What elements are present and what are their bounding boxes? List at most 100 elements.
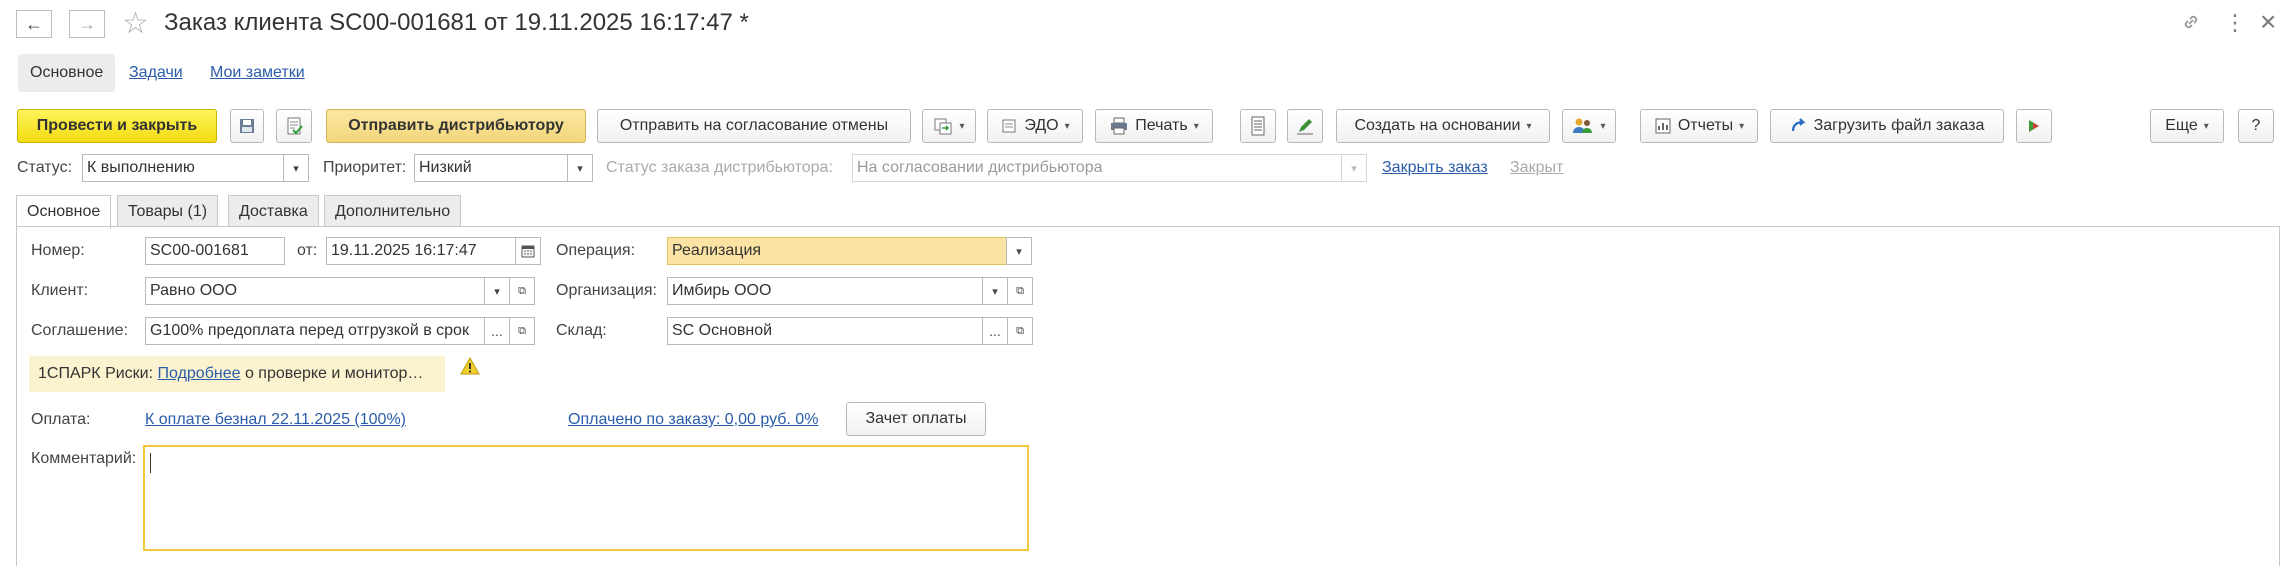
- text-cursor: [150, 453, 151, 473]
- agreement-field[interactable]: G100% предоплата перед отгрузкой в срок: [145, 317, 485, 345]
- warning-icon: [460, 356, 480, 380]
- favorite-star-icon[interactable]: ☆: [122, 6, 149, 41]
- organization-dropdown-button[interactable]: ▾: [982, 277, 1008, 305]
- agreement-choose-button[interactable]: ...: [484, 317, 510, 345]
- priority-dropdown-button[interactable]: ▾: [567, 154, 593, 182]
- pencil-edit-icon: [1297, 119, 1313, 135]
- distributor-status-label: Статус заказа дистрибьютора:: [606, 159, 833, 176]
- printer-icon: [1111, 117, 1128, 135]
- run-button[interactable]: [2016, 109, 2052, 143]
- more-label: Еще: [2165, 117, 2198, 134]
- back-arrow-icon: ←: [25, 13, 43, 34]
- chevron-down-icon: ▾: [1064, 120, 1070, 132]
- page-tab-goods[interactable]: Товары (1): [117, 195, 219, 227]
- operation-dropdown-button[interactable]: ▾: [1006, 237, 1032, 265]
- calendar-icon: [521, 245, 535, 258]
- payment-label: Оплата:: [31, 411, 91, 428]
- print-button[interactable]: Печать ▾: [1095, 109, 1213, 143]
- chevron-down-icon: ▾: [293, 162, 299, 175]
- window-title: Заказ клиента SC00-001681 от 19.11.2025 …: [164, 9, 749, 36]
- chevron-down-icon: ▾: [1526, 120, 1532, 132]
- status-label: Статус:: [17, 159, 73, 176]
- organization-label: Организация:: [556, 282, 657, 299]
- page-tab-delivery[interactable]: Доставка: [228, 195, 319, 227]
- tab-my-notes[interactable]: Мои заметки: [210, 54, 305, 92]
- send-cancel-approval-button[interactable]: Отправить на согласование отмены: [597, 109, 911, 143]
- post-and-close-button[interactable]: Провести и закрыть: [17, 109, 217, 143]
- chevron-down-icon: ▾: [1016, 245, 1022, 258]
- load-order-file-label: Загрузить файл заказа: [1813, 117, 1985, 134]
- more-button[interactable]: Еще ▾: [2150, 109, 2224, 143]
- warehouse-field[interactable]: SC Основной: [667, 317, 983, 345]
- users-icon: [1573, 118, 1593, 133]
- organization-open-button[interactable]: ⧉: [1007, 277, 1033, 305]
- forward-arrow-icon: →: [78, 13, 96, 34]
- chevron-down-icon: ▾: [959, 120, 965, 132]
- open-window-icon: ⧉: [1016, 324, 1024, 337]
- create-based-on-button[interactable]: Создать на основании ▾: [1336, 109, 1550, 143]
- warehouse-choose-button[interactable]: ...: [982, 317, 1008, 345]
- edo-button[interactable]: ЭДО ▾: [987, 109, 1083, 143]
- spark-risks-suffix: о проверке и монитор…: [244, 365, 424, 382]
- client-open-button[interactable]: ⧉: [509, 277, 535, 305]
- chevron-down-icon: ▾: [1193, 120, 1199, 132]
- open-window-icon: ⧉: [518, 284, 526, 297]
- page-tab-main[interactable]: Основное: [16, 195, 112, 229]
- payment-offset-button[interactable]: Зачет оплаты: [846, 402, 986, 436]
- priority-select[interactable]: Низкий: [414, 154, 568, 182]
- edit-button[interactable]: [1287, 109, 1323, 143]
- status-dropdown-button[interactable]: ▾: [283, 154, 309, 182]
- chevron-down-icon: ▾: [1739, 120, 1745, 132]
- post-document-icon: [287, 117, 303, 135]
- paid-by-order-link[interactable]: Оплачено по заказу: 0,00 руб. 0%: [568, 411, 818, 429]
- users-button[interactable]: ▾: [1562, 109, 1616, 143]
- organization-field[interactable]: Имбирь ООО: [667, 277, 983, 305]
- report-icon: [1655, 118, 1671, 134]
- payment-schedule-link[interactable]: К оплате безнал 22.11.2025 (100%): [145, 411, 406, 429]
- close-icon[interactable]: ×: [2260, 6, 2276, 38]
- date-field[interactable]: 19.11.2025 16:17:47: [326, 237, 516, 265]
- exchange-icon: [934, 118, 952, 135]
- status-select[interactable]: К выполнению: [82, 154, 284, 182]
- back-button[interactable]: ←: [16, 10, 52, 38]
- tab-tasks[interactable]: Задачи: [129, 54, 183, 92]
- open-window-icon: ⧉: [518, 324, 526, 337]
- spark-details-link[interactable]: Подробнее: [158, 365, 241, 382]
- load-order-file-button[interactable]: Загрузить файл заказа: [1770, 109, 2004, 143]
- chevron-down-icon: ▾: [577, 162, 583, 175]
- create-based-label: Создать на основании: [1354, 117, 1521, 134]
- tab-main[interactable]: Основное: [18, 54, 116, 92]
- chevron-down-icon: ▾: [1600, 120, 1606, 132]
- forward-button[interactable]: →: [69, 10, 105, 38]
- more-vertical-icon[interactable]: ⋮: [2224, 10, 2246, 36]
- structure-button[interactable]: [1240, 109, 1276, 143]
- save-button[interactable]: [230, 109, 264, 143]
- warehouse-open-button[interactable]: ⧉: [1007, 317, 1033, 345]
- chevron-down-icon: ▾: [1351, 162, 1357, 175]
- calendar-button[interactable]: [515, 237, 541, 265]
- ellipsis-icon: ...: [989, 323, 1001, 339]
- exchange-button[interactable]: ▾: [922, 109, 976, 143]
- comment-textarea[interactable]: [143, 445, 1029, 551]
- document-list-icon: [1251, 116, 1265, 136]
- play-flag-icon: [2029, 120, 2039, 132]
- chevron-down-icon: ▾: [2203, 120, 2209, 132]
- client-dropdown-button[interactable]: ▾: [484, 277, 510, 305]
- agreement-open-button[interactable]: ⧉: [509, 317, 535, 345]
- link-icon[interactable]: [2181, 12, 2201, 37]
- send-to-distributor-button[interactable]: Отправить дистрибьютору: [326, 109, 586, 143]
- print-label: Печать: [1135, 117, 1188, 134]
- client-field[interactable]: Равно ООО: [145, 277, 485, 305]
- edo-label: ЭДО: [1024, 117, 1059, 134]
- close-order-link[interactable]: Закрыть заказ: [1382, 159, 1488, 177]
- number-field[interactable]: SC00-001681: [145, 237, 285, 265]
- help-button[interactable]: ?: [2238, 109, 2274, 143]
- number-label: Номер:: [31, 242, 85, 259]
- post-button[interactable]: [276, 109, 312, 143]
- closed-link: Закрыт: [1510, 159, 1564, 176]
- reports-button[interactable]: Отчеты ▾: [1640, 109, 1758, 143]
- chevron-down-icon: ▾: [992, 285, 998, 298]
- operation-select[interactable]: Реализация: [667, 237, 1007, 265]
- page-tab-additional[interactable]: Дополнительно: [324, 195, 462, 227]
- operation-label: Операция:: [556, 242, 636, 259]
